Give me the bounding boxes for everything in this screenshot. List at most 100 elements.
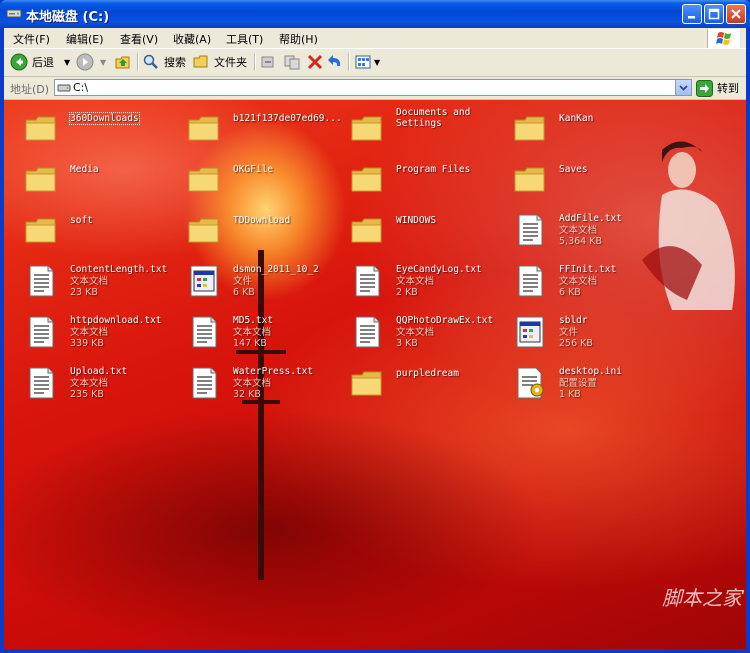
file-list-view[interactable]: 脚本之家 360Downloads b121f137de07ed69... Docu… — [4, 100, 746, 649]
folder-icon — [513, 162, 547, 196]
file-item[interactable]: httpdownload.txt 文本文档 339 KB — [14, 309, 174, 353]
item-name: httpdownload.txt — [70, 315, 162, 326]
forward-arrow-icon — [76, 53, 94, 71]
back-dropdown-icon[interactable]: ▼ — [64, 58, 70, 67]
move-to-button[interactable] — [259, 52, 277, 72]
folders-button[interactable]: 文件夹 — [192, 52, 247, 72]
application-file-icon — [513, 315, 547, 349]
text-file-icon — [187, 315, 221, 349]
item-name: Saves — [559, 164, 588, 175]
folder-item[interactable]: Saves — [503, 156, 663, 200]
item-name: WINDOWS — [396, 215, 437, 226]
title-bar[interactable]: 本地磁盘 (C:) — [0, 0, 750, 28]
file-item[interactable]: dsmon_2011_10_2 文件 6 KB — [177, 258, 337, 302]
minimize-button[interactable] — [682, 4, 702, 24]
maximize-icon — [708, 8, 720, 20]
text-file-icon — [513, 264, 547, 298]
folder-item[interactable]: purpledream — [340, 360, 500, 404]
item-size: 6 KB — [559, 287, 581, 298]
text-file-icon — [350, 264, 384, 298]
menu-edit[interactable]: 编辑(E) — [66, 31, 104, 47]
folder-item[interactable]: TDDownload — [177, 207, 337, 251]
up-button[interactable] — [114, 52, 132, 72]
item-name: Program Files — [396, 164, 471, 175]
menu-tools[interactable]: 工具(T) — [226, 31, 263, 47]
item-name: OKGFile — [233, 164, 274, 175]
folder-icon — [350, 366, 384, 400]
views-grid-icon — [355, 55, 371, 69]
file-item[interactable]: FFInit.txt 文本文档 6 KB — [503, 258, 663, 302]
close-button[interactable] — [726, 4, 746, 24]
item-name: EyeCandyLog.txt — [396, 264, 482, 275]
item-type: 文本文档 — [559, 225, 598, 236]
folder-item[interactable]: WINDOWS — [340, 207, 500, 251]
item-size: 1 KB — [559, 389, 581, 400]
folder-icon — [24, 213, 58, 247]
item-type: 文本文档 — [233, 327, 272, 338]
go-button[interactable]: 转到 — [696, 79, 739, 97]
folder-item[interactable]: Program Files — [340, 156, 500, 200]
item-type: 文件 — [233, 276, 253, 287]
file-item[interactable]: sbldr 文件 256 KB — [503, 309, 663, 353]
folder-item[interactable]: soft — [14, 207, 174, 251]
item-name: 360Downloads — [69, 112, 140, 125]
item-size: 3 KB — [396, 338, 418, 349]
move-to-icon — [261, 56, 274, 68]
folder-item[interactable]: b121f137de07ed69... — [177, 105, 342, 149]
address-dropdown-button[interactable] — [675, 80, 691, 95]
folder-item[interactable]: OKGFile — [177, 156, 337, 200]
folder-icon — [187, 162, 221, 196]
file-item[interactable]: Upload.txt 文本文档 235 KB — [14, 360, 174, 404]
config-file-icon — [513, 366, 547, 400]
item-size: 147 KB — [233, 338, 267, 349]
menu-view[interactable]: 查看(V) — [120, 31, 158, 47]
undo-button[interactable] — [326, 52, 344, 72]
windows-logo — [707, 29, 740, 48]
folder-item[interactable]: KanKan — [503, 105, 663, 149]
file-item[interactable]: EyeCandyLog.txt 文本文档 2 KB — [340, 258, 500, 302]
menu-help[interactable]: 帮助(H) — [279, 31, 318, 47]
back-arrow-icon — [10, 53, 28, 71]
menu-favorites[interactable]: 收藏(A) — [173, 31, 211, 47]
text-file-icon — [24, 366, 58, 400]
copy-to-button[interactable] — [283, 52, 301, 72]
item-name: desktop.ini — [559, 366, 622, 377]
item-size: 6 KB — [233, 287, 255, 298]
delete-button[interactable] — [306, 52, 324, 72]
undo-icon — [328, 55, 341, 66]
address-bar: 地址(D) C:\ 转到 — [4, 77, 746, 100]
item-name: b121f137de07ed69... — [233, 113, 342, 124]
search-button[interactable]: 搜索 — [142, 52, 186, 72]
file-item[interactable]: ContentLength.txt 文本文档 23 KB — [14, 258, 174, 302]
item-size: 32 KB — [233, 389, 261, 400]
file-item[interactable]: desktop.ini 配置设置 1 KB — [503, 360, 663, 404]
folder-icon — [350, 213, 384, 247]
back-button[interactable]: 后退 ▼ — [10, 52, 70, 72]
item-name: dsmon_2011_10_2 — [233, 264, 319, 275]
views-button[interactable]: ▼ — [354, 52, 380, 72]
folder-item[interactable]: 360Downloads — [14, 105, 174, 149]
folder-item[interactable]: Media — [14, 156, 174, 200]
up-folder-icon — [115, 56, 130, 69]
standard-toolbar: 后退 ▼ ▼ 搜索 文件夹 ▼ — [4, 49, 746, 77]
window-title: 本地磁盘 (C:) — [26, 10, 110, 25]
item-name: Documents and Settings — [396, 107, 471, 129]
folder-item[interactable]: Documents and Settings — [340, 105, 500, 149]
item-name: ContentLength.txt — [70, 264, 168, 275]
folder-icon — [187, 111, 221, 145]
forward-button[interactable]: ▼ — [76, 52, 106, 72]
menu-file[interactable]: 文件(F) — [13, 31, 50, 47]
folders-label: 文件夹 — [214, 56, 247, 69]
file-item[interactable]: AddFile.txt 文本文档 5,364 KB — [503, 207, 663, 251]
address-value: C:\ — [73, 81, 89, 94]
windows-flag-icon — [716, 32, 731, 45]
maximize-button[interactable] — [704, 4, 724, 24]
file-item[interactable]: QQPhotoDrawEx.txt 文本文档 3 KB — [340, 309, 500, 353]
file-item[interactable]: MD5.txt 文本文档 147 KB — [177, 309, 337, 353]
delete-x-icon — [307, 54, 323, 70]
folder-icon — [24, 162, 58, 196]
address-input[interactable]: C:\ — [54, 79, 692, 96]
drive-small-icon — [57, 84, 71, 92]
file-item[interactable]: WaterPress.txt 文本文档 32 KB — [177, 360, 337, 404]
item-name: soft — [70, 215, 93, 226]
